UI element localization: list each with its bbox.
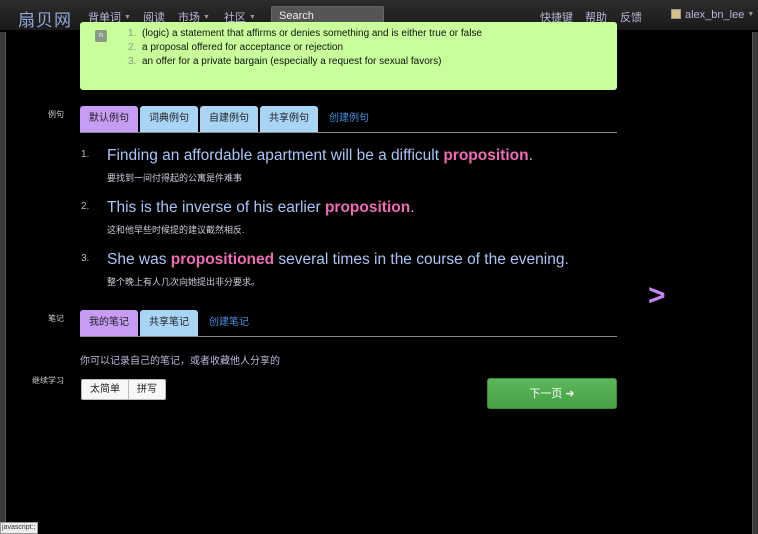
- tab-my-notes[interactable]: 我的笔记: [80, 310, 138, 336]
- definition-item: 3. an offer for a private bargain (especi…: [128, 56, 442, 67]
- definition-number: 2.: [128, 42, 137, 53]
- continue-section-label: 继续学习: [32, 376, 64, 385]
- example-sentence: This is the inverse of his earlier propo…: [107, 199, 415, 217]
- sentence-text: .: [410, 199, 415, 216]
- notes-section-label: 笔记: [48, 314, 64, 323]
- notes-hint: 你可以记录自己的笔记，或者收藏他人分享的: [80, 356, 280, 367]
- highlighted-word: propositioned: [170, 251, 275, 268]
- tab-shared-notes[interactable]: 共享笔记: [140, 310, 198, 336]
- sentence-text: She was: [107, 251, 171, 268]
- user-menu[interactable]: alex_bn_lee ▼: [671, 9, 754, 21]
- definition-text: a proposal offered for acceptance or rej…: [142, 42, 344, 53]
- examples-section-label: 例句: [48, 110, 64, 119]
- example-translation: 整个晚上有人几次向她提出非分要求。: [107, 277, 261, 287]
- tab-default-examples[interactable]: 默认例句: [80, 106, 138, 132]
- tabs-divider: [80, 132, 617, 133]
- example-translation: 这和他早些时候提的建议截然相反.: [107, 225, 245, 235]
- next-word-arrow-icon[interactable]: >: [648, 279, 666, 313]
- part-of-speech-badge: n: [95, 30, 107, 42]
- definition-text: (logic) a statement that affirms or deni…: [142, 28, 482, 39]
- definition-number: 1.: [128, 28, 137, 39]
- sentence-text: This is the inverse of his earlier: [107, 199, 325, 216]
- notes-divider: [80, 336, 617, 337]
- study-button-group: 太简单 拼写: [81, 379, 166, 400]
- frame-border-right: [752, 32, 758, 534]
- status-bar: javascript:;: [0, 522, 38, 534]
- create-example-link[interactable]: 创建例句: [322, 106, 376, 132]
- tab-shared-examples[interactable]: 共享例句: [260, 106, 318, 132]
- sentence-text: several times in the course of the eveni…: [274, 251, 569, 268]
- avatar: [671, 9, 681, 19]
- chevron-down-icon: ▼: [124, 14, 131, 21]
- example-number: 1.: [81, 149, 90, 160]
- next-page-button[interactable]: 下一页 ➜: [487, 378, 617, 409]
- nav-feedback[interactable]: 反馈: [620, 9, 642, 25]
- chevron-down-icon: ▼: [249, 14, 256, 21]
- definition-item: 2. a proposal offered for acceptance or r…: [128, 42, 344, 53]
- create-note-link[interactable]: 创建笔记: [202, 310, 256, 336]
- example-sentence: She was propositioned several times in t…: [107, 251, 569, 269]
- definition-box: n 1. (logic) a statement that affirms or …: [80, 22, 617, 90]
- sentence-text: Finding an affordable apartment will be …: [107, 147, 444, 164]
- definition-item: 1. (logic) a statement that affirms or de…: [128, 28, 482, 39]
- frame-border-left: [0, 32, 6, 522]
- too-easy-button[interactable]: 太简单: [82, 380, 128, 399]
- tab-custom-examples[interactable]: 自建例句: [200, 106, 258, 132]
- highlighted-word: proposition: [443, 147, 529, 164]
- example-number: 2.: [81, 201, 90, 212]
- example-sentence: Finding an affordable apartment will be …: [107, 147, 533, 165]
- spelling-button[interactable]: 拼写: [128, 380, 165, 399]
- example-number: 3.: [81, 253, 90, 264]
- site-logo[interactable]: 扇贝网: [18, 6, 72, 31]
- example-translation: 要找到一间付得起的公寓是件难事: [107, 173, 243, 183]
- definition-number: 3.: [128, 56, 137, 67]
- sentence-text: .: [528, 147, 533, 164]
- definition-text: an offer for a private bargain (especial…: [142, 56, 442, 67]
- highlighted-word: proposition: [324, 199, 411, 216]
- tab-dictionary-examples[interactable]: 词典例句: [140, 106, 198, 132]
- chevron-down-icon: ▼: [747, 11, 755, 18]
- username: alex_bn_lee: [685, 9, 745, 21]
- chevron-down-icon: ▼: [203, 14, 210, 21]
